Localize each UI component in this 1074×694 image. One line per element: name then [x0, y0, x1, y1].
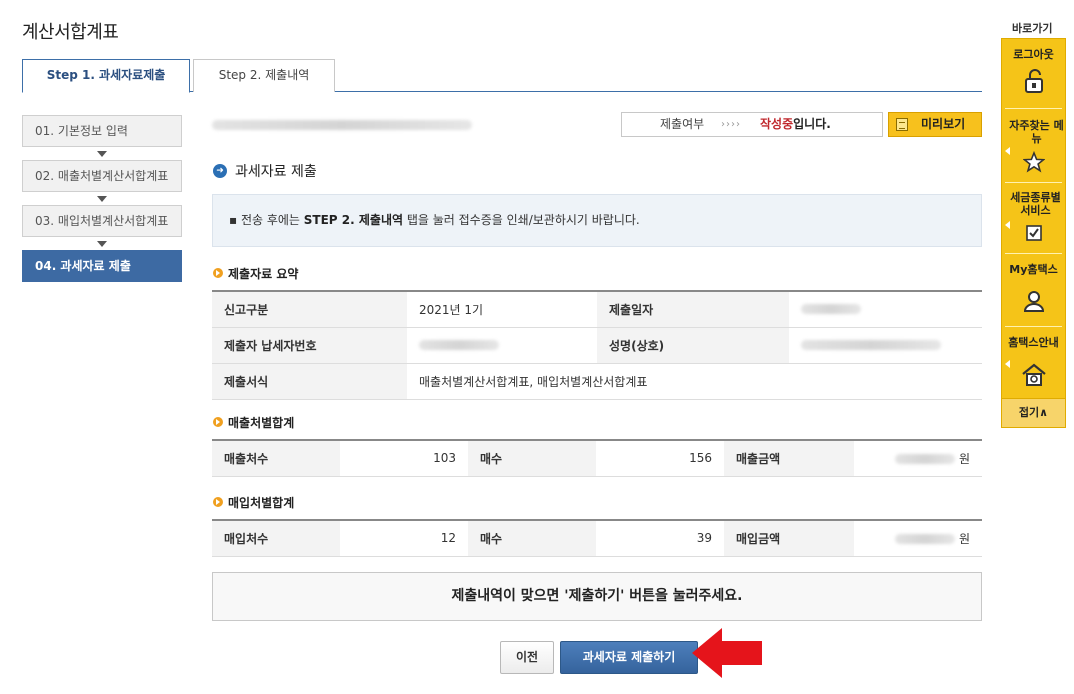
table-row: 신고구분 2021년 1기 제출일자 — [212, 290, 982, 328]
sales-count-label: 매출처수 — [212, 439, 340, 477]
quickbar-title: 바로가기 — [1012, 22, 1053, 35]
arrow-circle-icon: ➜ — [213, 164, 227, 178]
quickbar-divider — [1005, 253, 1062, 254]
tab-step2[interactable]: Step 2. 제출내역 — [193, 59, 335, 92]
status-value: 작성중입니다. — [760, 113, 831, 136]
preview-button[interactable]: 미리보기 — [888, 112, 982, 137]
quick-tax-services[interactable]: 세금종류별 서비스 — [1006, 191, 1065, 217]
taxpayer-no-label: 제출자 납세자번호 — [212, 327, 407, 364]
blurred-value — [895, 454, 956, 465]
name-value — [789, 327, 982, 364]
step-tabs: Step 1. 과세자료제출 Step 2. 제출내역 — [22, 59, 982, 93]
red-arrow-icon — [692, 628, 762, 678]
step-down-arrow-icon — [22, 147, 182, 160]
purchase-count-label: 매입처수 — [212, 519, 340, 557]
document-icon — [896, 118, 908, 131]
blurred-value — [801, 340, 941, 350]
prev-button[interactable]: 이전 — [500, 641, 554, 674]
notice-suffix: 탭을 눌러 접수증을 인쇄/보관하시기 바랍니다. — [403, 213, 640, 227]
table-row: 매출처수 103 매수 156 매출금액 원 — [212, 439, 982, 477]
table-row: 매입처수 12 매수 39 매입금액 원 — [212, 519, 982, 557]
sales-table: 매출처수 103 매수 156 매출금액 원 — [212, 439, 982, 477]
quick-logout[interactable]: 로그아웃 — [1002, 48, 1065, 61]
report-type-value: 2021년 1기 — [407, 290, 597, 328]
step-item-sales-summary[interactable]: 02. 매출처별계산서합계표 — [22, 160, 182, 192]
sales-title: 매출처별합계 — [228, 416, 295, 430]
status-value-suffix: 입니다. — [793, 117, 831, 131]
quickbar-divider — [1005, 182, 1062, 183]
purchase-amount-label: 매입금액 — [724, 519, 854, 557]
notice-prefix: ▪ 전송 후에는 — [229, 213, 304, 227]
form-value: 매출처별계산서합계표, 매입처별계산서합계표 — [407, 363, 982, 400]
purchase-table: 매입처수 12 매수 39 매입금액 원 — [212, 519, 982, 557]
quick-left-arrow-icon — [1005, 147, 1010, 155]
section-title: 과세자료 제출 — [235, 164, 317, 180]
step-item-purchase-summary[interactable]: 03. 매입처별계산서합계표 — [22, 205, 182, 237]
form-label: 제출서식 — [212, 363, 407, 400]
preview-button-label: 미리보기 — [921, 117, 966, 131]
sales-amount-value: 원 — [854, 439, 982, 477]
submission-status: 제출여부 ›››› 작성중입니다. — [621, 112, 883, 137]
lock-icon — [1025, 69, 1043, 93]
user-icon — [1023, 291, 1045, 312]
blurred-taxpayer-info — [212, 120, 472, 130]
status-label: 제출여부 — [660, 117, 705, 131]
summary-title: 제출자료 요약 — [228, 267, 299, 281]
tab-step1[interactable]: Step 1. 과세자료제출 — [22, 59, 190, 93]
notice-box: ▪ 전송 후에는 STEP 2. 제출내역 탭을 눌러 접수증을 인쇄/보관하시… — [212, 194, 982, 247]
page-title: 계산서합계표 — [22, 22, 119, 43]
table-row: 제출자 납세자번호 성명(상호) — [212, 327, 982, 364]
purchase-title: 매입처별합계 — [228, 496, 295, 510]
sales-sheets-label: 매수 — [468, 439, 596, 477]
status-value-red: 작성중 — [760, 117, 794, 131]
checkbox-icon — [1026, 225, 1042, 241]
quick-left-arrow-icon — [1005, 360, 1010, 368]
quick-favorite-menu[interactable]: 자주찾는 메뉴 — [1008, 119, 1065, 145]
home-icon — [1022, 363, 1046, 386]
purchase-amount-unit: 원 — [958, 531, 970, 546]
step-item-submit[interactable]: 04. 과세자료 제출 — [22, 250, 182, 282]
submit-date-value — [789, 290, 982, 328]
star-icon — [1023, 151, 1045, 173]
quick-my-hometax[interactable]: My홈택스 — [1002, 263, 1065, 276]
confirm-message: 제출내역이 맞으면 '제출하기' 버튼을 눌러주세요. — [212, 572, 982, 621]
summary-table: 신고구분 2021년 1기 제출일자 제출자 납세자번호 성명(상호) 제출서식… — [212, 290, 982, 400]
submit-button[interactable]: 과세자료 제출하기 — [560, 641, 698, 674]
report-type-label: 신고구분 — [212, 290, 407, 328]
bullet-icon — [213, 417, 223, 427]
purchase-sheets-value: 39 — [596, 519, 724, 557]
quick-left-arrow-icon — [1005, 221, 1010, 229]
step-down-arrow-icon — [22, 192, 182, 205]
purchase-count-value: 12 — [340, 519, 468, 557]
sales-sheets-value: 156 — [596, 439, 724, 477]
purchase-amount-value: 원 — [854, 519, 982, 557]
sales-amount-unit: 원 — [958, 451, 970, 466]
quickbar-fold-button[interactable]: 접기∧ — [1001, 398, 1066, 428]
quick-hometax-guide[interactable]: 홈택스안내 — [1002, 336, 1065, 349]
step-down-arrow-icon — [22, 237, 182, 250]
quickbar-divider — [1005, 108, 1062, 109]
purchase-sheets-label: 매수 — [468, 519, 596, 557]
quickbar-divider — [1005, 326, 1062, 327]
name-label: 성명(상호) — [597, 327, 789, 364]
quickbar: 로그아웃 자주찾는 메뉴 세금종류별 서비스 My홈택스 홈택스안내 — [1001, 38, 1066, 428]
sales-count-value: 103 — [340, 439, 468, 477]
bullet-icon — [213, 497, 223, 507]
step-list: 01. 기본정보 입력 02. 매출처별계산서합계표 03. 매입처별계산서합계… — [22, 115, 182, 282]
blurred-value — [895, 534, 956, 545]
submit-date-label: 제출일자 — [597, 290, 789, 328]
blurred-value — [419, 340, 499, 350]
taxpayer-no-value — [407, 327, 597, 364]
status-arrows: ›››› — [721, 119, 741, 130]
bullet-icon — [213, 268, 223, 278]
table-row: 제출서식 매출처별계산서합계표, 매입처별계산서합계표 — [212, 363, 982, 400]
sales-amount-label: 매출금액 — [724, 439, 854, 477]
blurred-value — [801, 304, 861, 315]
step-item-basic-info[interactable]: 01. 기본정보 입력 — [22, 115, 182, 147]
notice-bold: STEP 2. 제출내역 — [303, 213, 404, 227]
